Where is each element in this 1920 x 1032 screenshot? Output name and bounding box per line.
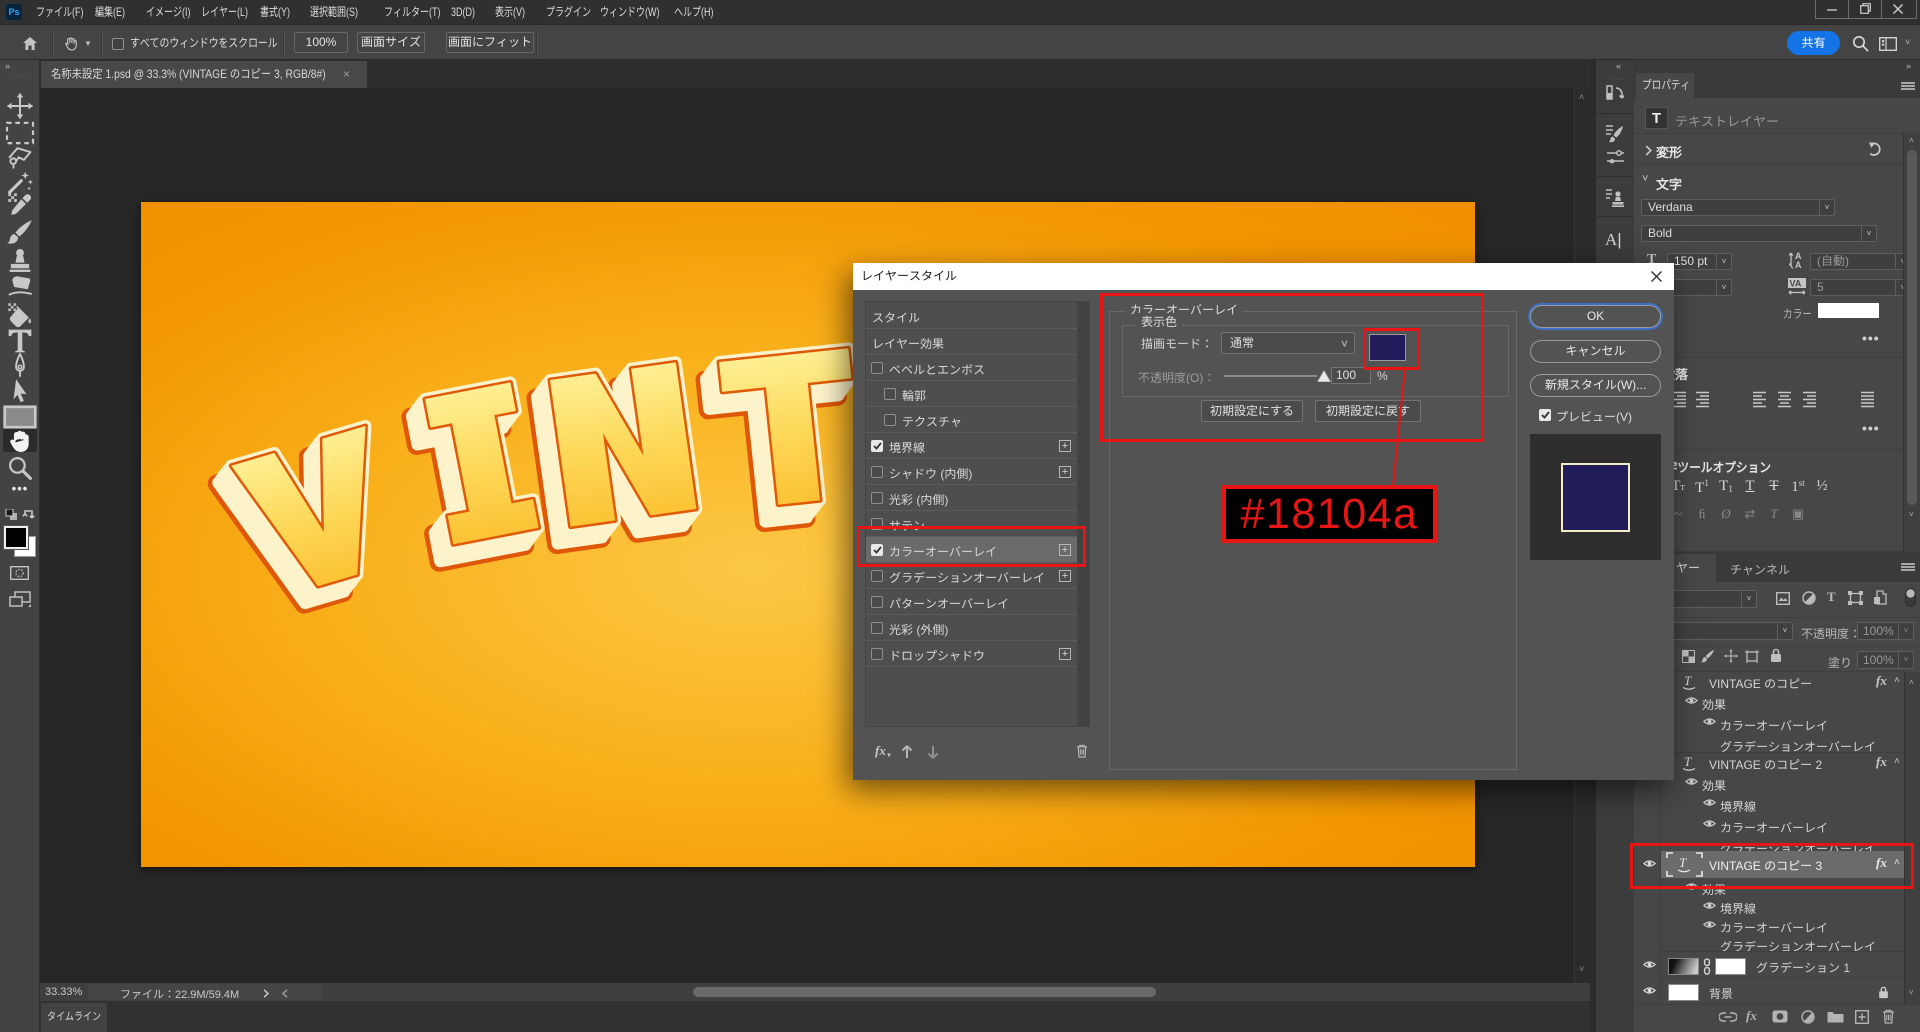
svg-text:VA: VA: [1790, 279, 1802, 289]
svg-text:A: A: [1795, 260, 1802, 269]
svg-text:T: T: [1684, 674, 1692, 688]
svg-text:T: T: [1684, 755, 1692, 769]
